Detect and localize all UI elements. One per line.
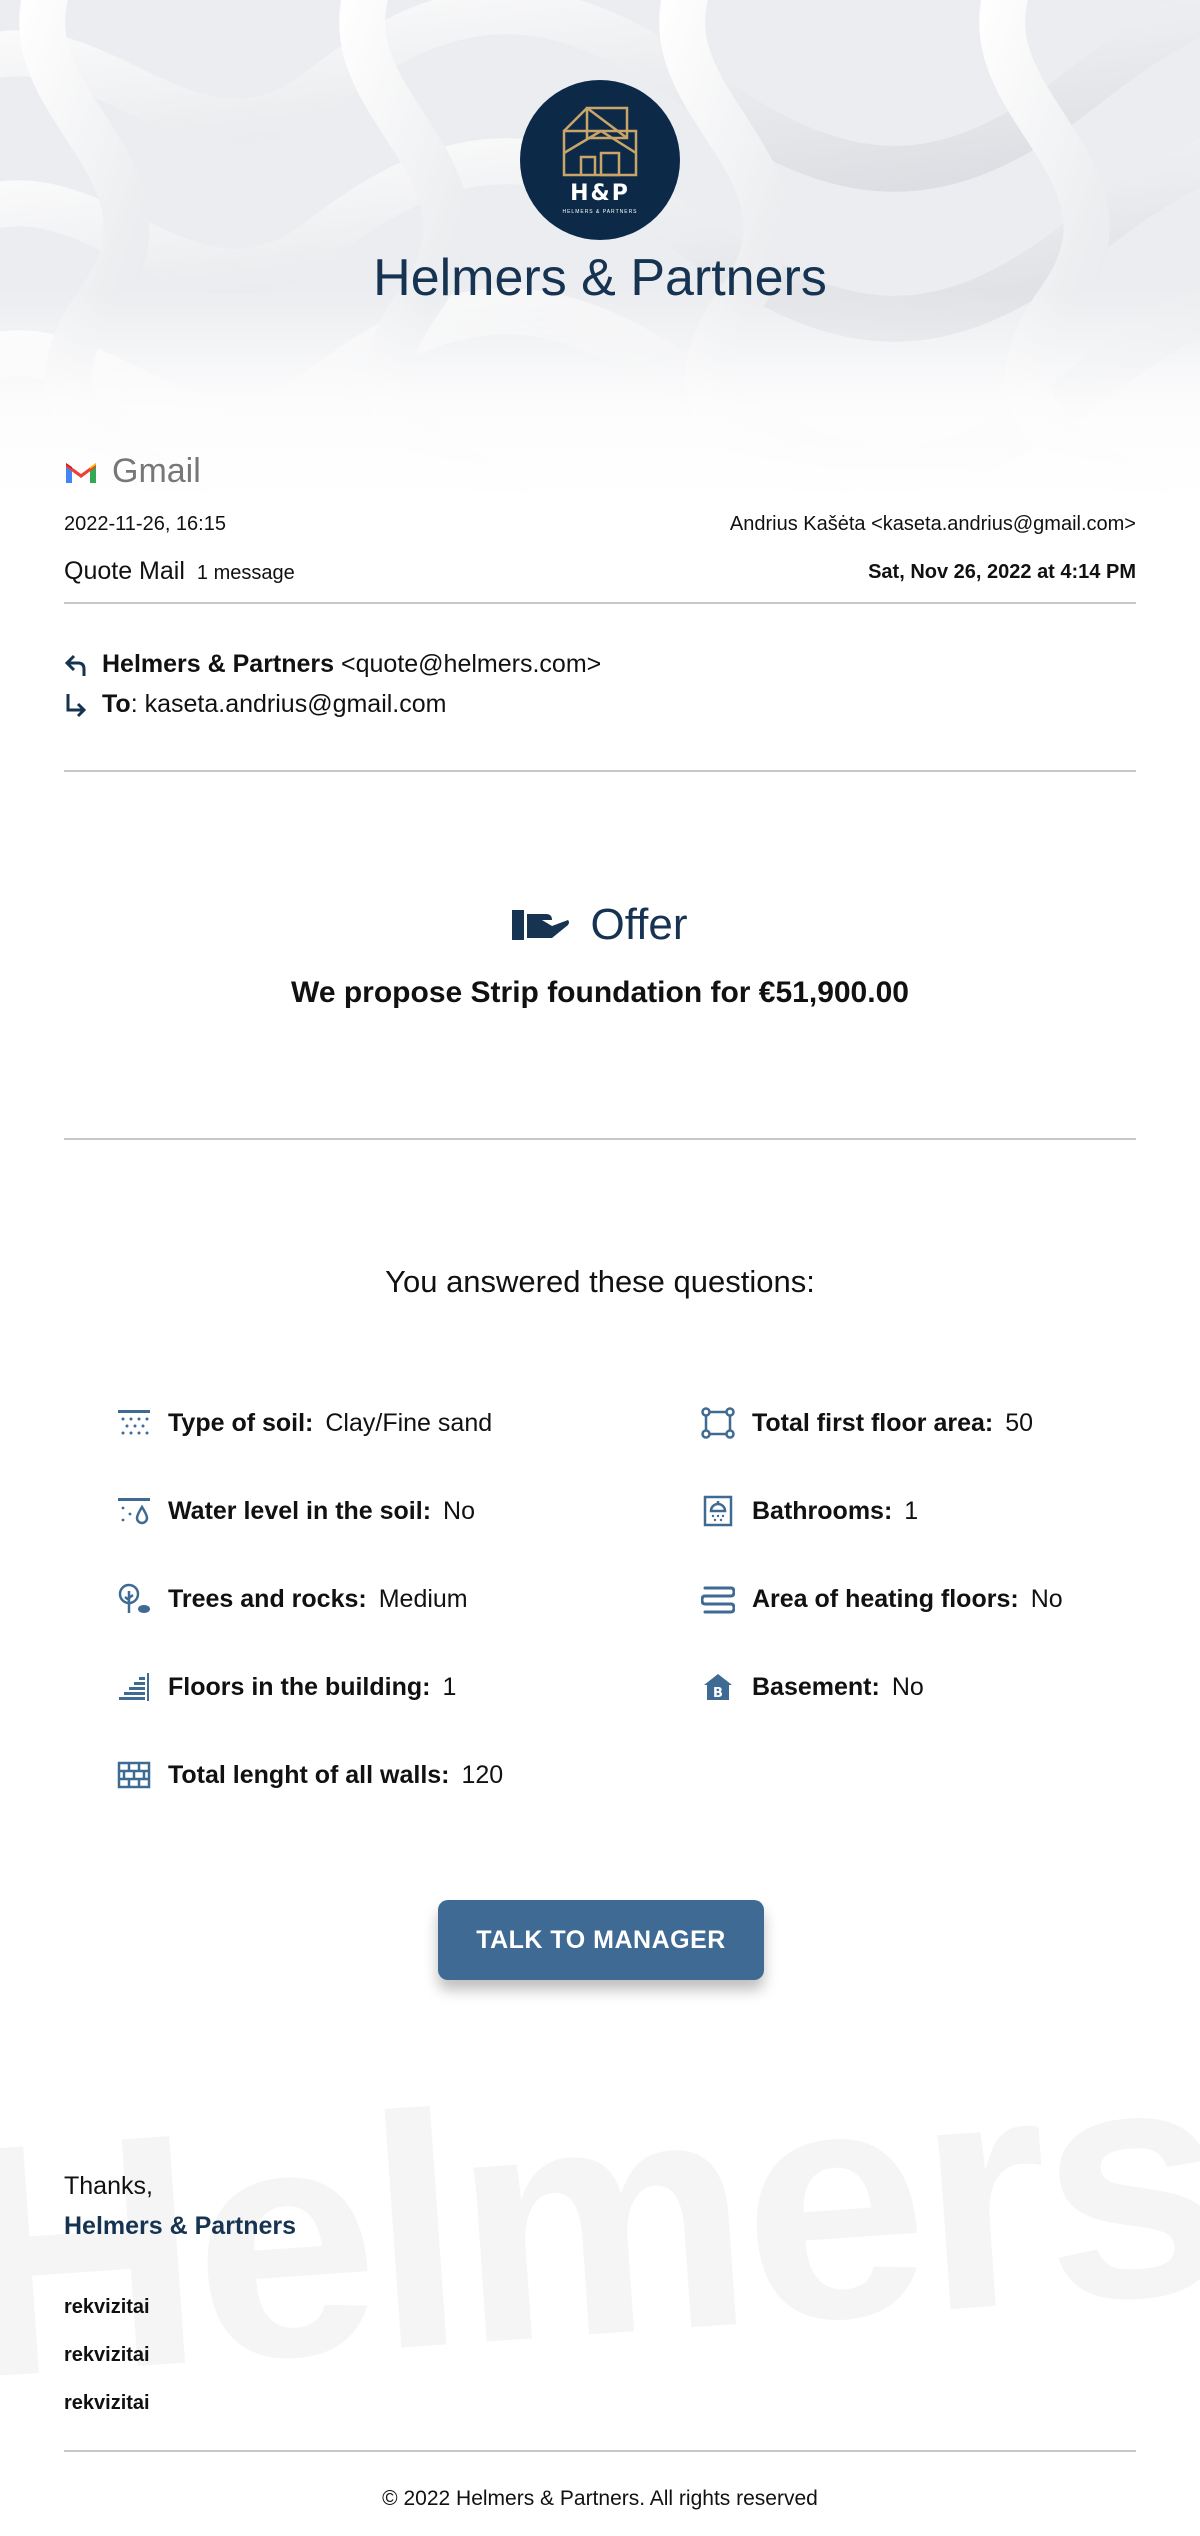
floors-icon [116, 1669, 152, 1705]
from-email[interactable]: <quote@helmers.com> [341, 650, 601, 678]
to-label: To [102, 690, 131, 718]
divider [64, 2450, 1136, 2452]
question-label: Bathrooms: [752, 1496, 893, 1525]
question-item: Area of heating floors: No [700, 1581, 1063, 1617]
question-item: Water level in the soil: No [116, 1493, 475, 1529]
requisites-link[interactable]: rekvizitai [64, 2344, 150, 2367]
offer-heading: Offer [0, 900, 1200, 950]
brand-title: Helmers & Partners [373, 249, 827, 307]
question-item: B Basement: No [700, 1669, 924, 1705]
question-item: Trees and rocks: Medium [116, 1581, 468, 1617]
question-value: 50 [1005, 1408, 1034, 1437]
questions-title: You answered these questions: [385, 1264, 815, 1299]
gmail-label: Gmail [112, 452, 201, 490]
question-value: 1 [442, 1672, 457, 1701]
trees-rocks-icon [116, 1581, 152, 1617]
email-subject: Quote Mail [64, 557, 185, 585]
svg-text:B: B [713, 1686, 723, 1701]
thanks-text: Thanks, [64, 2172, 153, 2200]
logo-subtitle: HELMERS & PARTNERS [562, 209, 638, 215]
question-item: Type of soil: Clay/Fine sand [116, 1405, 492, 1441]
question-label: Total first floor area: [752, 1408, 994, 1437]
floor-area-icon [700, 1405, 736, 1441]
water-level-icon [116, 1493, 152, 1529]
divider [64, 602, 1136, 604]
question-label: Type of soil: [168, 1408, 314, 1437]
copyright-footer: © 2022 Helmers & Partners. All rights re… [382, 2487, 818, 2510]
print-meta-row: 2022-11-26, 16:15 Andrius Kašėta <kaseta… [64, 513, 1136, 536]
bathroom-icon [700, 1493, 736, 1529]
to-email[interactable]: kaseta.andrius@gmail.com [145, 690, 447, 718]
soil-icon [116, 1405, 152, 1441]
question-value: 120 [461, 1760, 504, 1789]
question-label: Area of heating floors: [752, 1584, 1019, 1613]
divider [64, 1138, 1136, 1140]
question-label: Basement: [752, 1672, 880, 1701]
signature: Helmers & Partners [64, 2212, 297, 2240]
account-email: Andrius Kašėta <kaseta.andrius@gmail.com… [729, 513, 1136, 535]
hand-offer-icon [512, 910, 570, 940]
question-item: Total lenght of all walls: 120 [116, 1757, 503, 1793]
talk-to-manager-button[interactable]: TALK TO MANAGER [438, 1900, 764, 1980]
question-item: Floors in the building: 1 [116, 1669, 456, 1705]
hero-banner: H&P HELMERS & PARTNERS Helmers & Partner… [0, 0, 1200, 500]
sent-at: Sat, Nov 26, 2022 at 4:14 PM [868, 561, 1136, 583]
question-value: 1 [904, 1496, 919, 1525]
requisites-link[interactable]: rekvizitai [64, 2296, 150, 2319]
from-name: Helmers & Partners [102, 650, 335, 678]
to-line: To: kaseta.andrius@gmail.com [64, 690, 447, 719]
question-value: No [1030, 1584, 1063, 1613]
requisites-link[interactable]: rekvizitai [64, 2392, 150, 2415]
offer-title: Offer [590, 900, 688, 949]
question-label: Trees and rocks: [168, 1584, 367, 1613]
question-item: Bathrooms: 1 [700, 1493, 918, 1529]
house-logo-icon [562, 106, 638, 177]
question-item: Total first floor area: 50 [700, 1405, 1033, 1441]
gmail-header: Gmail [64, 452, 201, 491]
question-label: Total lenght of all walls: [168, 1760, 450, 1789]
basement-icon: B [700, 1669, 736, 1705]
question-label: Water level in the soil: [168, 1496, 432, 1525]
logo-monogram: H&P [570, 181, 630, 206]
question-value: No [443, 1496, 475, 1525]
question-value: Clay/Fine sand [325, 1408, 493, 1437]
question-value: Medium [378, 1584, 468, 1613]
printed-at: 2022-11-26, 16:15 [64, 513, 226, 535]
walls-icon [116, 1757, 152, 1793]
question-value: No [891, 1672, 924, 1701]
from-line: Helmers & Partners <quote@helmers.com> [64, 650, 601, 679]
message-count: 1 message [196, 562, 295, 584]
divider [64, 770, 1136, 772]
forward-arrow-icon [66, 693, 87, 717]
brand-logo: H&P HELMERS & PARTNERS [520, 80, 680, 240]
gmail-icon [66, 462, 96, 483]
reply-arrow-icon [64, 654, 86, 676]
offer-text: We propose Strip foundation for €51,900.… [291, 976, 909, 1009]
question-label: Floors in the building: [168, 1672, 431, 1701]
heating-floor-icon [700, 1581, 736, 1617]
subject-row: Quote Mail 1 message Sat, Nov 26, 2022 at… [64, 557, 1136, 586]
